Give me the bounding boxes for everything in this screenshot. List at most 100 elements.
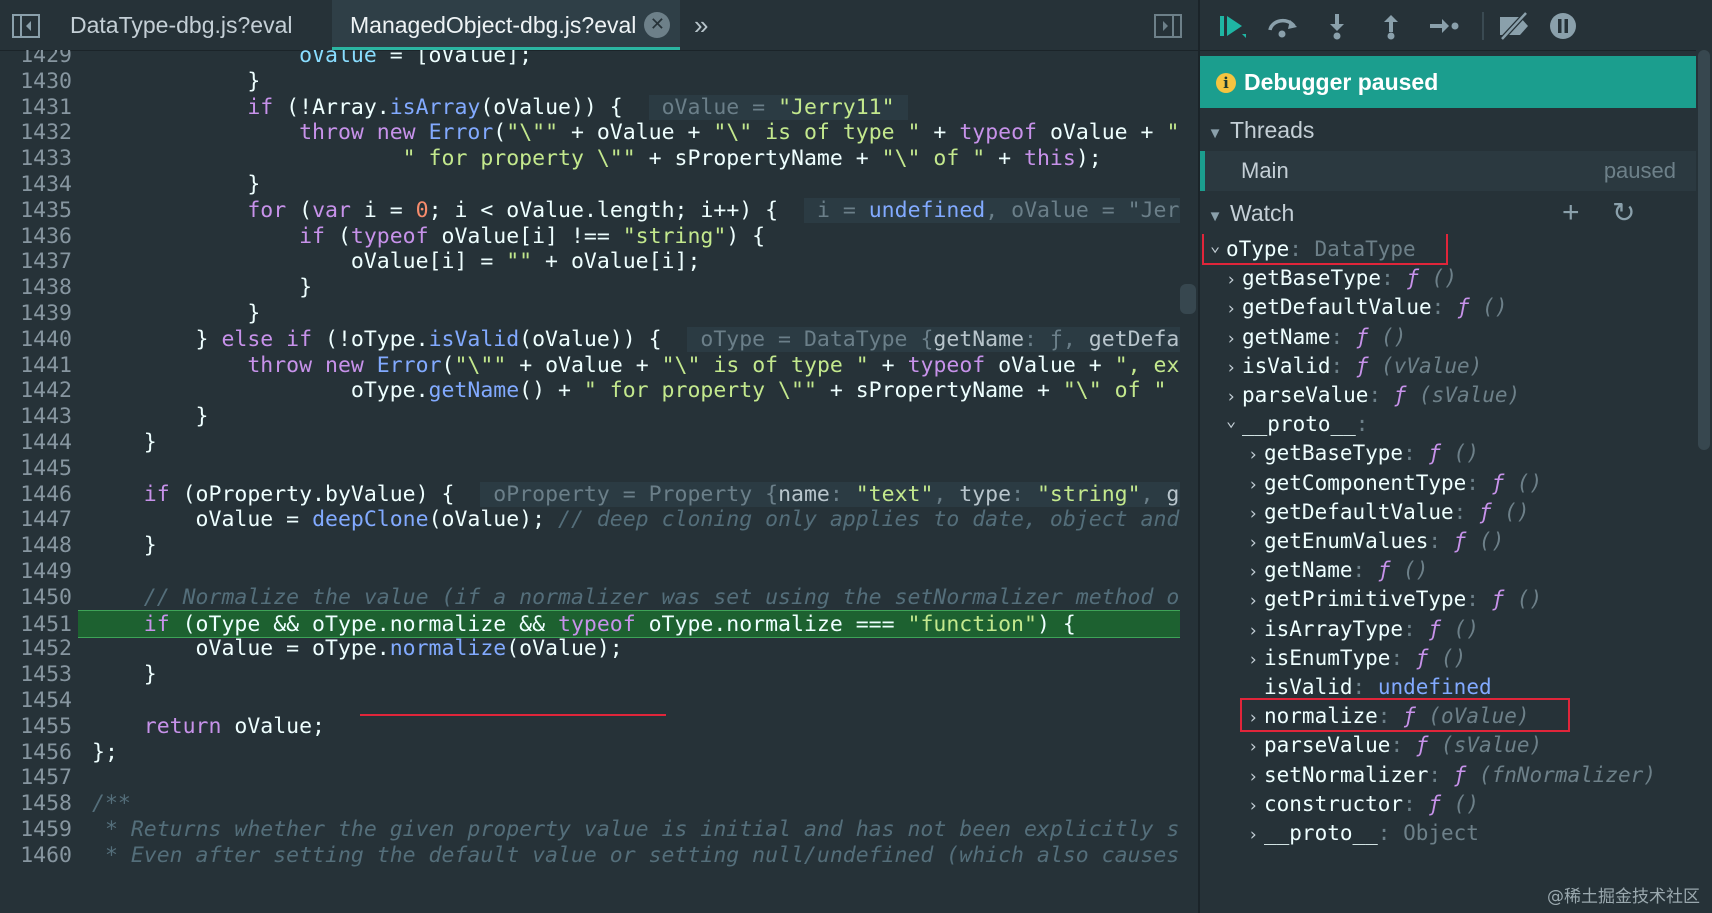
- watch-item[interactable]: › isArrayType: ƒ (): [1248, 614, 1479, 644]
- code-line[interactable]: 1454: [0, 687, 1180, 715]
- code-line[interactable]: 1449: [0, 558, 1180, 586]
- chevron-right-icon[interactable]: ›: [1226, 324, 1242, 354]
- code-view[interactable]: 1429 oValue = [oValue]; 1430 } 1431 if (!A…: [0, 50, 1180, 913]
- line-number[interactable]: 1435: [0, 197, 72, 225]
- watch-item[interactable]: › getPrimitiveType: ƒ (): [1248, 584, 1542, 614]
- code-line[interactable]: 1448 }: [0, 532, 1180, 560]
- code-line[interactable]: 1446 if (oProperty.byValue) { oProperty …: [0, 481, 1180, 509]
- chevron-right-icon[interactable]: ›: [1226, 265, 1242, 295]
- line-number[interactable]: 1438: [0, 274, 72, 302]
- watch-item[interactable]: › constructor: ƒ (): [1248, 789, 1479, 819]
- chevron-right-icon[interactable]: ›: [1248, 528, 1264, 558]
- chevron-right-icon[interactable]: ›: [1248, 791, 1264, 821]
- line-number[interactable]: 1449: [0, 558, 72, 586]
- line-number[interactable]: 1453: [0, 661, 72, 689]
- line-number[interactable]: 1451: [0, 611, 72, 639]
- code-line[interactable]: 1443 }: [0, 403, 1180, 431]
- line-number[interactable]: 1444: [0, 429, 72, 457]
- step-icon[interactable]: [1428, 12, 1459, 40]
- watch-item[interactable]: › getBaseType: ƒ (): [1248, 438, 1479, 468]
- watch-item[interactable]: › parseValue: ƒ (sValue): [1226, 380, 1520, 410]
- code-line[interactable]: 1457: [0, 764, 1180, 792]
- resume-icon[interactable]: [1218, 12, 1248, 40]
- toggle-debugger-icon[interactable]: [1154, 14, 1182, 38]
- chevron-right-icon[interactable]: ›: [1248, 470, 1264, 500]
- chevron-right-icon[interactable]: ›: [1226, 294, 1242, 324]
- chevron-right-icon[interactable]: ›: [1248, 762, 1264, 792]
- code-line[interactable]: 1430 }: [0, 68, 1180, 96]
- step-out-icon[interactable]: [1376, 12, 1406, 40]
- watch-item[interactable]: › getName: ƒ (): [1226, 322, 1406, 352]
- code-line[interactable]: 1444 }: [0, 429, 1180, 457]
- line-number[interactable]: 1456: [0, 739, 72, 767]
- code-line[interactable]: 1460 * Even after setting the default va…: [0, 842, 1180, 870]
- watch-item[interactable]: › getName: ƒ (): [1248, 555, 1428, 585]
- watch-item[interactable]: › getBaseType: ƒ (): [1226, 263, 1457, 293]
- line-number[interactable]: 1450: [0, 584, 72, 612]
- watch-header[interactable]: ▼ Watch + ↻: [1200, 193, 1696, 233]
- tab-datatype-dbg[interactable]: DataType-dbg.js?eval: [54, 0, 308, 50]
- chevron-down-icon[interactable]: ⌄: [1226, 406, 1242, 436]
- line-number[interactable]: 1443: [0, 403, 72, 431]
- step-into-icon[interactable]: [1322, 12, 1352, 40]
- line-number[interactable]: 1436: [0, 223, 72, 251]
- line-number[interactable]: 1441: [0, 352, 72, 380]
- code-line[interactable]: 1442 oType.getName() + " for property \"…: [0, 377, 1180, 405]
- watch-item[interactable]: › isEnumType: ƒ (): [1248, 643, 1466, 673]
- line-number[interactable]: 1452: [0, 635, 72, 663]
- watch-item[interactable]: › getComponentType: ƒ (): [1248, 468, 1542, 498]
- line-number[interactable]: 1455: [0, 713, 72, 741]
- watch-item[interactable]: › __proto__: Object: [1248, 818, 1479, 848]
- deactivate-breakpoints-icon[interactable]: [1496, 11, 1536, 41]
- chevron-right-icon[interactable]: ›: [1248, 440, 1264, 470]
- line-number[interactable]: 1439: [0, 300, 72, 328]
- code-line[interactable]: 1447 oValue = deepClone(oValue); // deep…: [0, 506, 1180, 534]
- line-number[interactable]: 1430: [0, 68, 72, 96]
- threads-header[interactable]: ▼ Threads: [1200, 110, 1696, 150]
- code-line[interactable]: 1452 oValue = oType.normalize(oValue);: [0, 635, 1180, 663]
- watch-item[interactable]: › parseValue: ƒ (sValue): [1248, 730, 1542, 760]
- line-number[interactable]: 1446: [0, 481, 72, 509]
- refresh-icon[interactable]: ↻: [1612, 193, 1635, 233]
- line-number[interactable]: 1431: [0, 94, 72, 122]
- line-number[interactable]: 1448: [0, 532, 72, 560]
- code-line[interactable]: 1435 for (var i = 0; i < oValue.length; …: [0, 197, 1180, 225]
- chevron-right-icon[interactable]: ›: [1248, 586, 1264, 616]
- chevron-right-icon[interactable]: ›: [1248, 499, 1264, 529]
- line-number[interactable]: 1454: [0, 687, 72, 715]
- line-number[interactable]: 1434: [0, 171, 72, 199]
- watch-item[interactable]: ⌄ __proto__:: [1226, 409, 1381, 439]
- line-number[interactable]: 1447: [0, 506, 72, 534]
- code-line[interactable]: 1450 // Normalize the value (if a normal…: [0, 584, 1180, 612]
- chevron-right-icon[interactable]: ›: [1226, 353, 1242, 383]
- code-line[interactable]: 1433 " for property \"" + sPropertyName …: [0, 145, 1180, 173]
- code-line[interactable]: 1456};: [0, 739, 1180, 767]
- code-line[interactable]: 1459 * Returns whether the given propert…: [0, 816, 1180, 844]
- line-number[interactable]: 1459: [0, 816, 72, 844]
- code-line[interactable]: 1437 oValue[i] = "" + oValue[i];: [0, 248, 1180, 276]
- line-number[interactable]: 1437: [0, 248, 72, 276]
- watch-item[interactable]: › isValid: ƒ (vValue): [1226, 351, 1482, 381]
- chevron-right-icon[interactable]: ›: [1248, 645, 1264, 675]
- code-line[interactable]: 1440 } else if (!oType.isValid(oValue)) …: [0, 326, 1180, 354]
- line-number[interactable]: 1432: [0, 119, 72, 147]
- line-number[interactable]: 1440: [0, 326, 72, 354]
- code-line[interactable]: 1438 }: [0, 274, 1180, 302]
- step-over-icon[interactable]: [1266, 12, 1297, 40]
- code-line[interactable]: 1434 }: [0, 171, 1180, 199]
- watch-item[interactable]: › getDefaultValue: ƒ (): [1226, 292, 1508, 322]
- code-line[interactable]: 1436 if (typeof oValue[i] !== "string") …: [0, 223, 1180, 251]
- toggle-navigator-icon[interactable]: [12, 14, 40, 38]
- line-number[interactable]: 1442: [0, 377, 72, 405]
- watch-item[interactable]: › getDefaultValue: ƒ (): [1248, 497, 1530, 527]
- chevron-right-icon[interactable]: ›: [1248, 557, 1264, 587]
- close-icon[interactable]: ✕: [644, 11, 671, 38]
- line-number[interactable]: 1460: [0, 842, 72, 870]
- chevron-right-icon[interactable]: ›: [1248, 732, 1264, 762]
- code-line[interactable]: 1455 return oValue;: [0, 713, 1180, 741]
- line-number[interactable]: 1433: [0, 145, 72, 173]
- chevron-right-icon[interactable]: ›: [1248, 820, 1264, 850]
- chevron-right-icon[interactable]: ›: [1248, 616, 1264, 646]
- more-tabs-icon[interactable]: »: [694, 0, 708, 50]
- add-watch-icon[interactable]: +: [1562, 193, 1580, 233]
